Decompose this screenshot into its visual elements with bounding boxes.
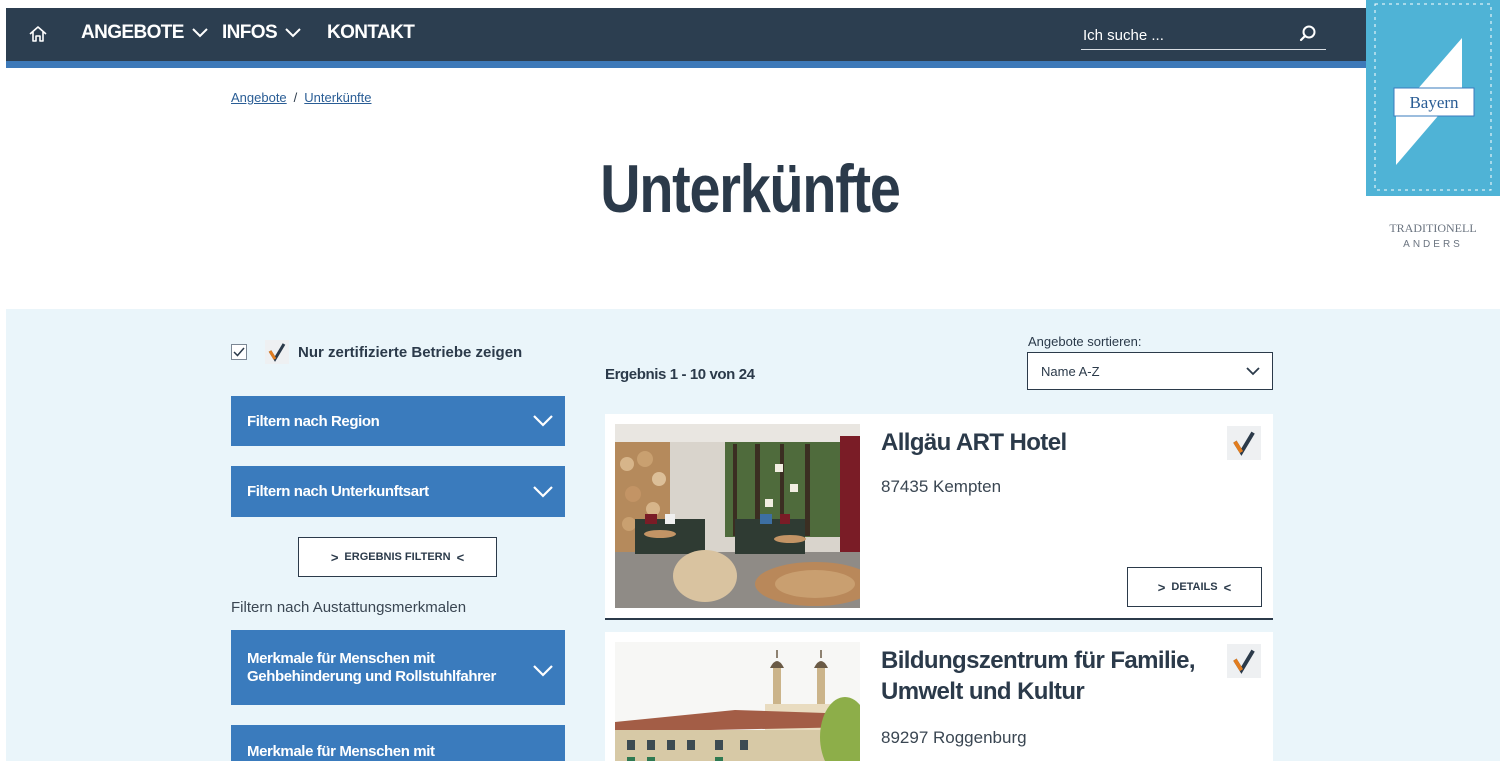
- accommodation-title[interactable]: Allgäu ART Hotel: [881, 427, 1067, 458]
- nav-angebote-label: ANGEBOTE: [81, 22, 184, 43]
- chevron-down-icon: [533, 664, 553, 677]
- hotel-lounge-image[interactable]: [615, 424, 860, 608]
- filter-accommodation-type[interactable]: Filtern nach Unterkunftsart: [231, 466, 565, 517]
- breadcrumb-separator: /: [293, 90, 298, 105]
- nav-infos-label: INFOS: [222, 22, 278, 43]
- certified-only-toggle: Nur zertifizierte Betriebe zeigen: [231, 340, 522, 364]
- home-icon[interactable]: [28, 24, 48, 44]
- arrow-left-icon: <: [456, 549, 465, 565]
- search-box: [1081, 20, 1326, 50]
- filter-region[interactable]: Filtern nach Region: [231, 396, 565, 446]
- search-input[interactable]: [1081, 20, 1285, 50]
- card-divider: [605, 618, 1273, 620]
- search-icon[interactable]: [1298, 24, 1318, 44]
- sort-select-value: Name A-Z: [1041, 363, 1100, 379]
- breadcrumb-link-angebote[interactable]: Angebote: [231, 90, 287, 105]
- features-label: Filtern nach Austattungsmerkmalen: [231, 599, 467, 616]
- certified-check-icon: [1227, 644, 1261, 678]
- sort-select[interactable]: Name A-Z: [1027, 352, 1273, 390]
- result-count: Ergebnis 1 - 10 von 24: [605, 366, 755, 383]
- arrow-left-icon: <: [1223, 579, 1232, 595]
- bayern-logo[interactable]: Bayern TRADITIONELL ANDERS: [1366, 0, 1500, 262]
- certified-only-label[interactable]: Nur zertifizierte Betriebe zeigen: [298, 344, 522, 361]
- filter-feature-mobility-label: Merkmale für Menschen mit Gehbehinderung…: [247, 649, 496, 685]
- top-navigation: ANGEBOTE INFOS KONTAKT: [6, 8, 1366, 68]
- certified-check-icon: [265, 340, 289, 364]
- filter-results-button[interactable]: > ERGEBNIS FILTERN <: [298, 537, 497, 577]
- accommodation-title[interactable]: Bildungszentrum für Familie, Umwelt und …: [881, 645, 1221, 707]
- accommodation-location: 87435 Kempten: [881, 477, 1002, 496]
- nav-infos[interactable]: INFOS: [222, 22, 301, 44]
- filter-feature-mobility[interactable]: Merkmale für Menschen mit Gehbehinderung…: [231, 630, 565, 705]
- bayern-logo-text: Bayern: [1409, 93, 1459, 112]
- filter-accommodation-type-label: Filtern nach Unterkunftsart: [247, 483, 429, 500]
- filter-feature-other[interactable]: Merkmale für Menschen mit: [231, 725, 565, 761]
- check-icon: [233, 347, 245, 357]
- badge-tagline-top: TRADITIONELL: [1389, 221, 1476, 235]
- arrow-right-icon: >: [330, 549, 339, 565]
- nav-kontakt-label: KONTAKT: [327, 22, 415, 43]
- arrow-right-icon: >: [1157, 579, 1166, 595]
- details-button[interactable]: > DETAILS <: [1127, 567, 1262, 607]
- education-center-image[interactable]: [615, 642, 860, 761]
- chevron-down-icon: [533, 415, 553, 427]
- badge-tagline-bottom: ANDERS: [1403, 239, 1463, 250]
- sort-label: Angebote sortieren:: [1028, 334, 1142, 349]
- breadcrumb-link-unterkuenfte[interactable]: Unterkünfte: [304, 90, 371, 105]
- filter-feature-other-label: Merkmale für Menschen mit: [247, 743, 435, 760]
- certified-check-icon: [1227, 426, 1261, 460]
- chevron-down-icon: [285, 28, 301, 38]
- filter-region-label: Filtern nach Region: [247, 412, 380, 430]
- chevron-down-icon: [533, 485, 553, 498]
- chevron-down-icon: [192, 28, 208, 38]
- certified-only-checkbox[interactable]: [231, 344, 247, 360]
- accommodation-location: 89297 Roggenburg: [881, 728, 1027, 747]
- nav-kontakt[interactable]: KONTAKT: [327, 22, 415, 44]
- nav-angebote[interactable]: ANGEBOTE: [81, 22, 208, 44]
- chevron-down-icon: [1246, 367, 1260, 376]
- details-label: DETAILS: [1171, 581, 1218, 593]
- filter-results-label: ERGEBNIS FILTERN: [344, 551, 451, 563]
- breadcrumb: Angebote / Unterkünfte: [231, 90, 372, 105]
- accommodation-card: Bildungszentrum für Familie, Umwelt und …: [605, 632, 1273, 761]
- page-title: Unterkünfte: [600, 151, 901, 227]
- accommodation-card: Allgäu ART Hotel 87435 Kempten > DETAILS…: [605, 414, 1273, 618]
